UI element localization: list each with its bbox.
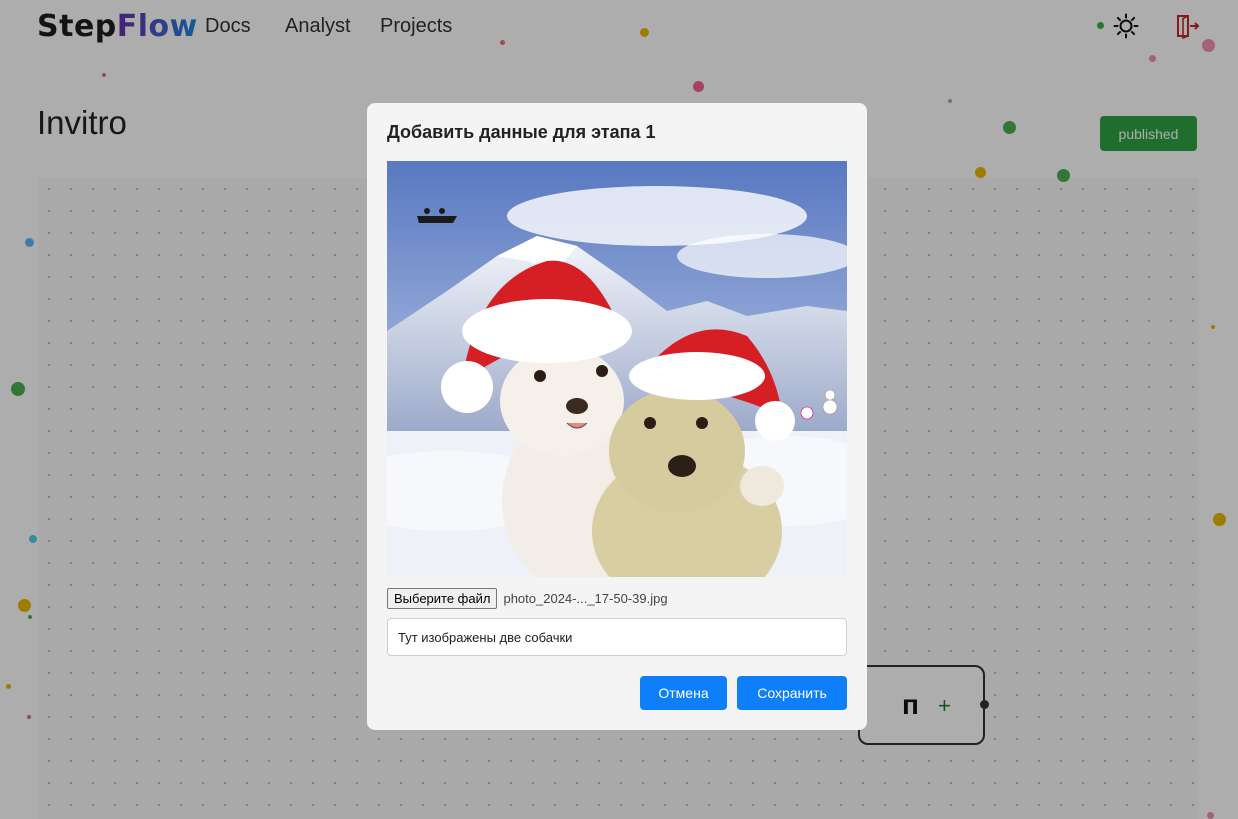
save-button[interactable]: Сохранить: [737, 676, 847, 710]
choose-file-button[interactable]: Выберите файл: [387, 587, 498, 609]
description-input[interactable]: [387, 618, 847, 656]
selected-file-name: photo_2024-..._17-50-39.jpg: [503, 590, 668, 606]
file-input[interactable]: Выберите файл photo_2024-..._17-50-39.jp…: [387, 587, 668, 609]
modal-title: Добавить данные для этапа 1: [387, 122, 656, 142]
uploaded-image-preview: [387, 161, 847, 577]
add-stage-data-modal: Добавить данные для этапа 1 Выберите фай…: [367, 103, 867, 730]
cancel-button[interactable]: Отмена: [640, 676, 727, 710]
